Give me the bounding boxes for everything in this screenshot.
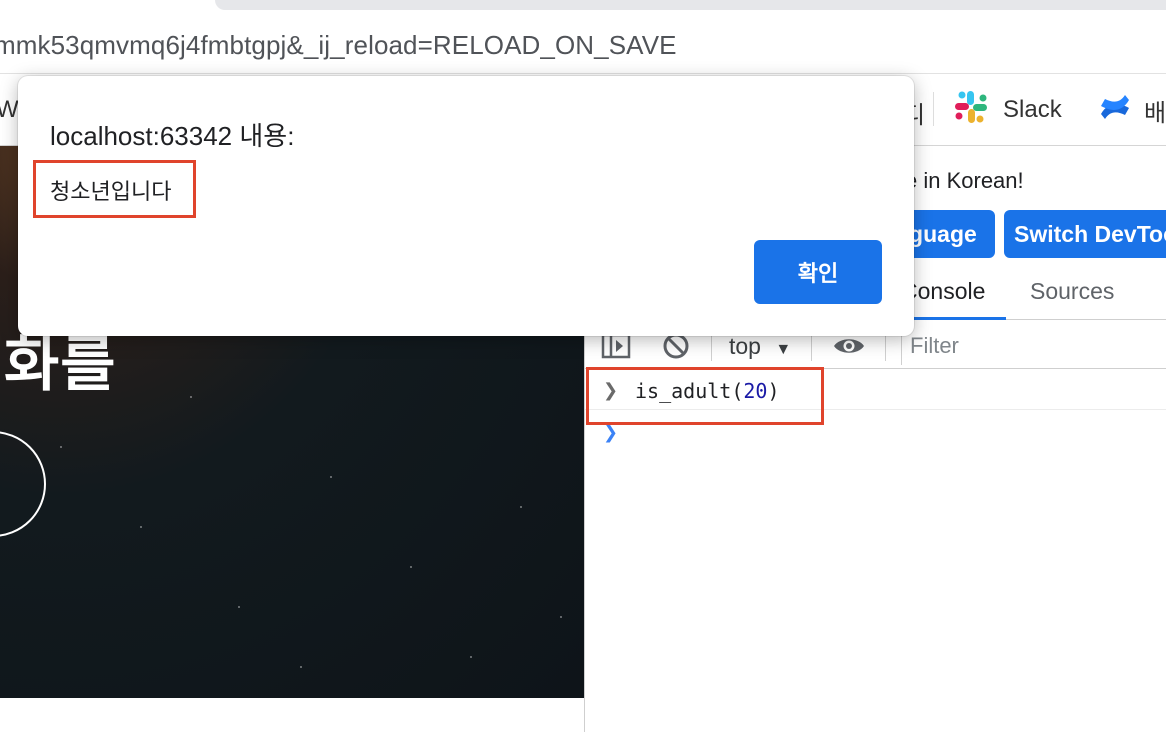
star-dot [238,606,240,608]
bookmark-separator [933,92,934,126]
star-dot [140,526,142,528]
alert-dialog: localhost:63342 내용: 청소년입니다 확인 [18,76,914,336]
hero-circle-button[interactable] [0,431,46,537]
dialog-title: localhost:63342 내용: [50,121,295,151]
address-bar[interactable]: mmk53qmvmq6j4fmbtgpj&_ij_reload=RELOAD_O… [0,16,1166,74]
page-below-hero [0,698,584,732]
slack-icon [953,89,989,132]
bookmark-confluence[interactable]: 배 [1098,90,1166,130]
dialog-message-highlight-box [33,160,196,218]
sidebar-toggle-icon[interactable] [601,333,631,359]
url-text[interactable]: mmk53qmvmq6j4fmbtgpj&_ij_reload=RELOAD_O… [0,30,677,61]
switch-devtools-language-button[interactable]: Switch DevTools [1004,210,1166,258]
tab-strip [0,0,1166,16]
bookmark-slack[interactable]: Slack [953,90,1062,130]
star-dot [60,446,62,448]
confluence-icon [1098,90,1132,131]
star-dot [190,396,192,398]
star-dot [410,566,412,568]
context-selector-label: top [729,333,761,359]
filter-field[interactable] [901,327,1166,365]
devtools-language-message: e in Korean! [905,168,1024,193]
screenshot-root: mmk53qmvmq6j4fmbtgpj&_ij_reload=RELOAD_O… [0,0,1166,732]
context-selector[interactable]: top ▼ [729,333,791,360]
star-dot [470,656,472,658]
console-highlight-box [586,367,824,425]
star-dot [300,666,302,668]
filter-input[interactable] [902,327,1166,365]
eye-icon[interactable] [831,333,867,359]
tab-bar [215,0,1166,10]
dropdown-arrow-icon: ▼ [775,341,792,358]
prompt-chevron-icon: ❯ [603,422,619,443]
bookmark-slack-label: Slack [1003,96,1062,123]
bookmark-confluence-label: 배 [1144,99,1166,127]
clear-console-icon[interactable] [661,333,691,359]
tab-sources[interactable]: Sources [1030,278,1114,305]
star-dot [520,506,522,508]
star-dot [330,476,332,478]
star-dot [560,616,562,618]
ok-button[interactable]: 확인 [754,240,882,304]
